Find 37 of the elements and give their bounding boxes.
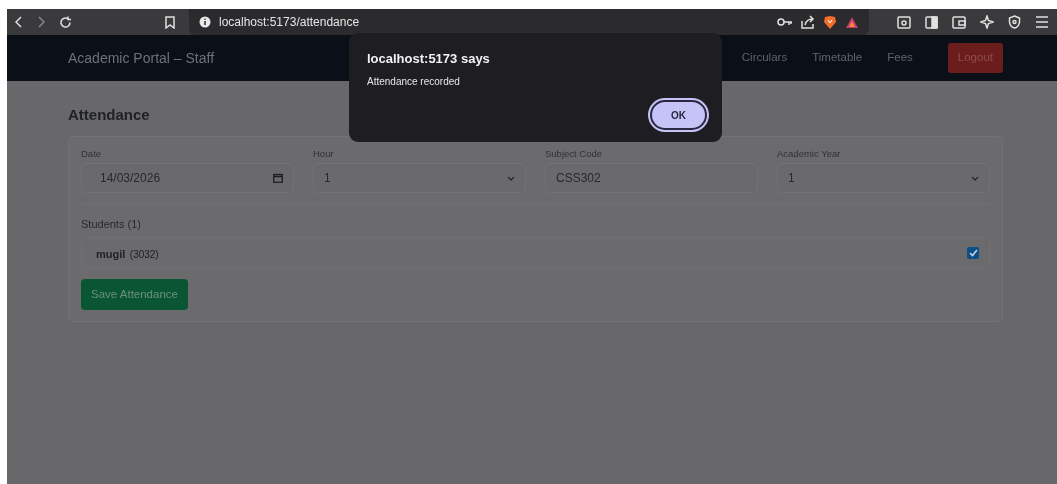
back-icon[interactable] <box>15 16 23 28</box>
field-label: Date <box>81 147 103 161</box>
reload-icon[interactable] <box>59 15 72 29</box>
page-title: Attendance <box>68 106 150 124</box>
forward-icon[interactable] <box>37 16 45 28</box>
ok-button[interactable]: OK <box>650 100 707 130</box>
sidebar-icon[interactable] <box>925 15 938 29</box>
address-bar[interactable]: localhost:5173/attendance <box>189 9 869 35</box>
info-icon <box>199 16 211 28</box>
triangle-icon[interactable] <box>845 15 859 29</box>
nav-link[interactable]: Timetable <box>812 49 863 67</box>
app-title: Academic Portal – Staff <box>68 48 215 68</box>
select-field[interactable]: 1 <box>313 163 526 194</box>
sparkle-icon[interactable] <box>980 15 994 29</box>
nav-link[interactable]: Circulars <box>741 49 788 67</box>
checkbox[interactable] <box>967 246 979 259</box>
menu-icon[interactable] <box>1035 16 1049 28</box>
wallet-icon[interactable] <box>952 15 966 29</box>
chevron-down-icon <box>971 175 979 181</box>
url-text: localhost:5173/attendance <box>219 14 360 31</box>
lion-shield-icon[interactable] <box>823 14 837 30</box>
section-heading: Students (1) <box>81 217 142 233</box>
calendar-icon <box>273 173 283 184</box>
reader-icon[interactable] <box>897 15 911 29</box>
chevron-down-icon <box>507 175 515 181</box>
share-icon[interactable] <box>801 15 815 29</box>
nav-link[interactable]: Fees <box>887 49 913 67</box>
select-field[interactable]: 1 <box>777 163 990 194</box>
bookmark-icon[interactable] <box>165 15 175 29</box>
key-icon[interactable] <box>777 17 793 27</box>
save-button[interactable]: Save Attendance <box>81 278 188 310</box>
date-field[interactable]: 14/03/2026 <box>81 163 294 194</box>
input-field[interactable]: CSS302 <box>545 163 758 194</box>
shield-icon[interactable] <box>1008 15 1021 29</box>
student-name: mugil (3032) <box>96 246 159 262</box>
dialog-title: localhost:5173 says <box>367 50 491 68</box>
dialog-message: Attendance recorded <box>367 74 461 89</box>
